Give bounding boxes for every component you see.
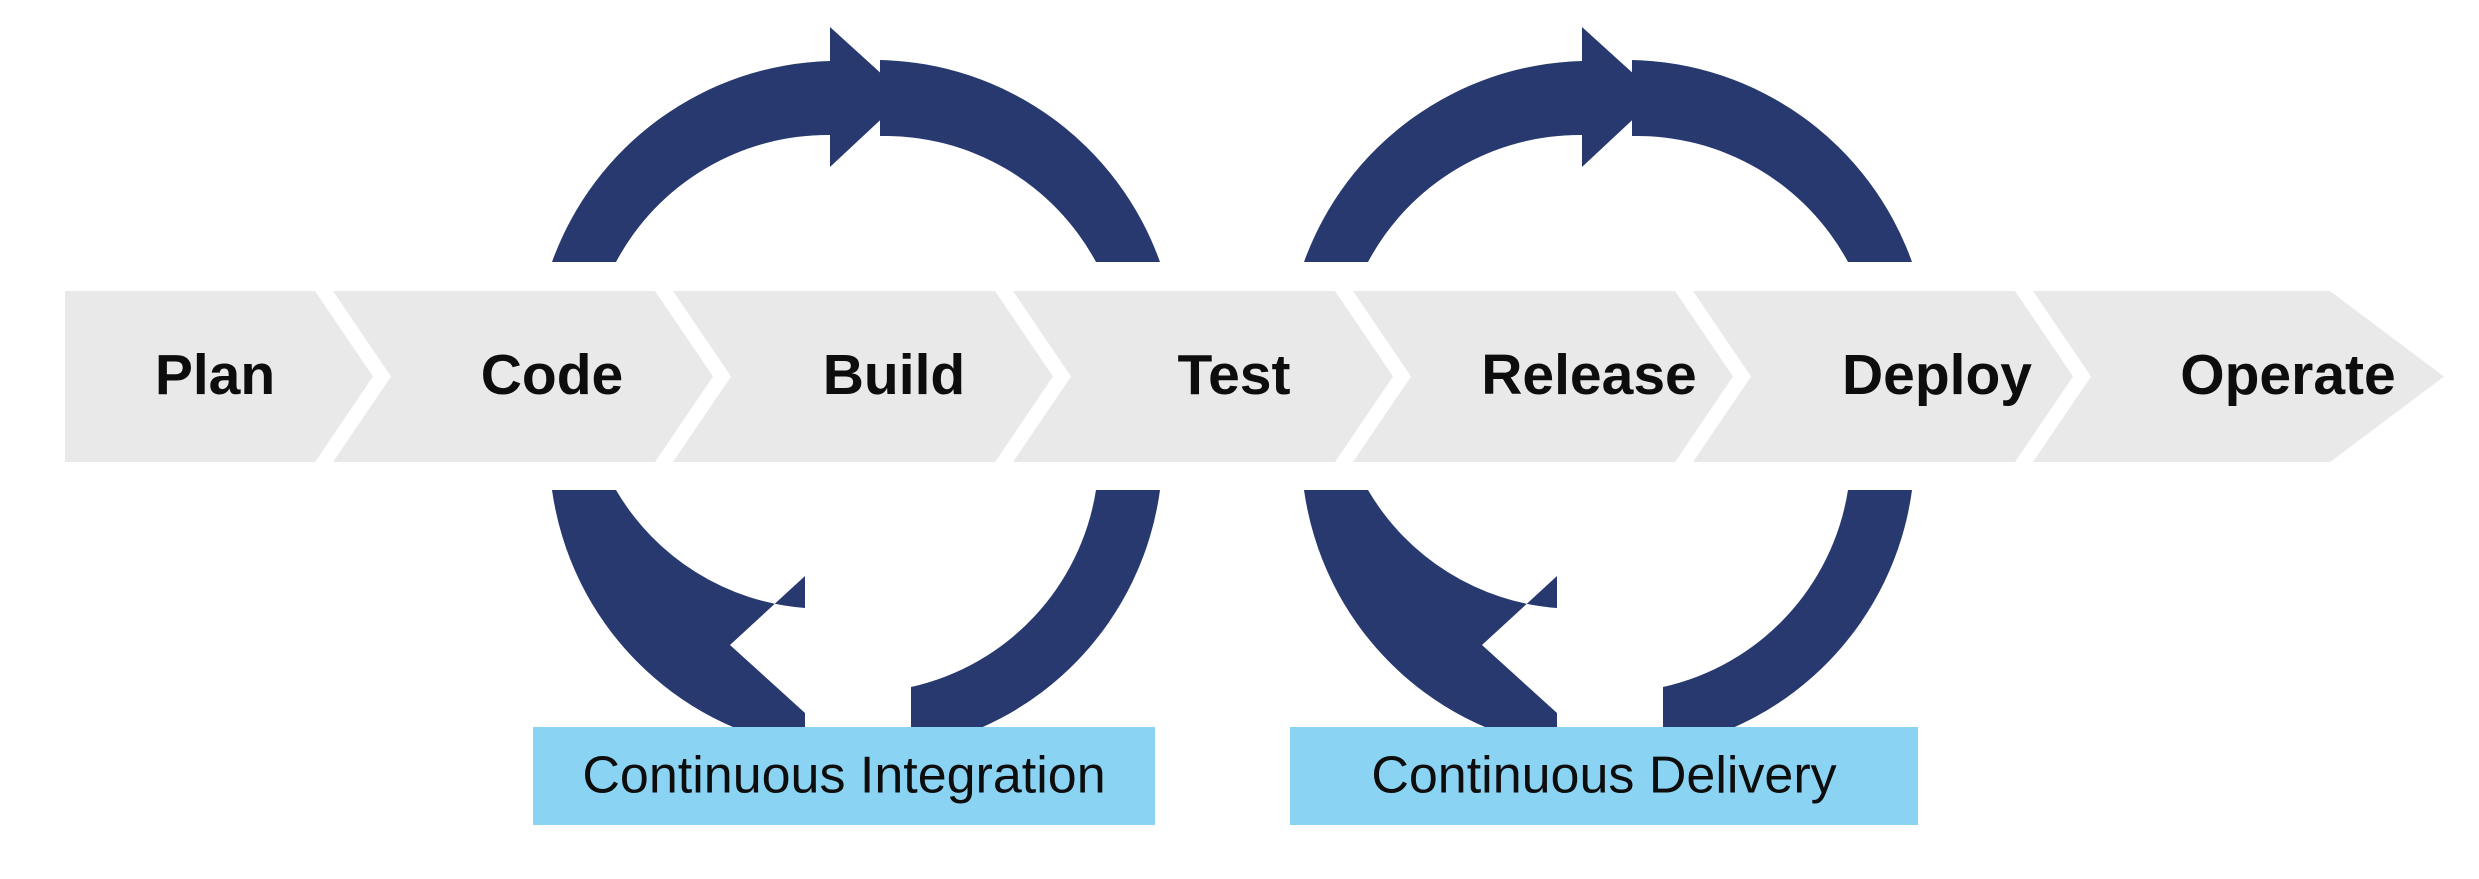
cd-bottom-left-arc-arrow [1304, 490, 1557, 748]
ci-top-right-arc [880, 60, 1160, 262]
cd-caption-label: Continuous Delivery [1371, 747, 1836, 805]
ci-caption-label: Continuous Integration [582, 747, 1105, 805]
pipeline-stage-label-2: Build [823, 343, 965, 407]
pipeline-stage-label-5: Deploy [1842, 343, 2032, 407]
cd-top-right-arc [1632, 60, 1912, 262]
cd-top-left-arc-arrow [1304, 27, 1658, 262]
diagram-canvas: Plan Code Build Test Release Deploy Oper… [65, 27, 2444, 825]
ci-top-left-arc-arrow [552, 27, 906, 262]
ci-bottom-left-arc-arrow [552, 490, 805, 748]
pipeline-stage-label-6: Operate [2180, 343, 2395, 407]
pipeline-stage-label-0: Plan [155, 343, 275, 407]
devops-pipeline-diagram: Plan Code Build Test Release Deploy Oper… [0, 0, 2479, 879]
cd-caption[interactable]: Continuous Delivery [1290, 727, 1918, 825]
cd-bottom-right-arc [1663, 490, 1912, 749]
pipeline-stage-label-1: Code [481, 343, 624, 407]
pipeline-stage-label-3: Test [1178, 343, 1291, 407]
ci-caption[interactable]: Continuous Integration [533, 727, 1155, 825]
ci-bottom-right-arc [911, 490, 1160, 749]
pipeline-stage-label-4: Release [1481, 343, 1697, 407]
